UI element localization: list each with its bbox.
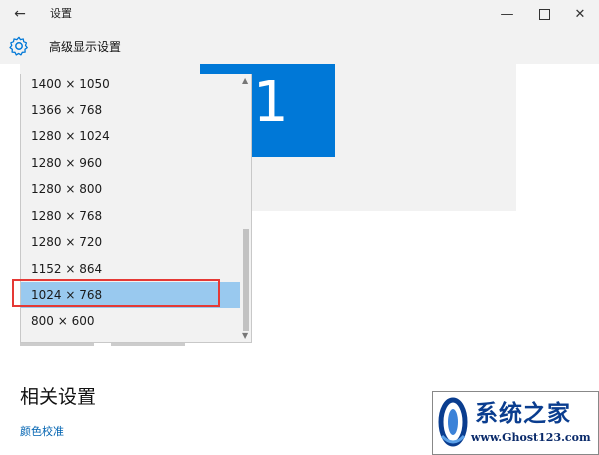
title-bar: ← 设置 — ✕: [0, 0, 599, 28]
maximize-icon: [538, 8, 550, 20]
resolution-option[interactable]: 1280 × 1024: [21, 123, 240, 149]
watermark-brand: 系统之家: [475, 400, 571, 427]
close-icon: ✕: [574, 6, 586, 22]
resolution-option[interactable]: 1280 × 720: [21, 229, 240, 255]
settings-window: ← 设置 — ✕ 高级显示设置 1 1400 × 1050 1366 × 768…: [0, 0, 599, 455]
watermark-swirl-icon: [438, 397, 468, 447]
scroll-thumb[interactable]: [243, 229, 249, 331]
resolution-option[interactable]: 1400 × 1050: [21, 74, 240, 97]
resolution-option[interactable]: 1280 × 768: [21, 203, 240, 229]
minimize-button[interactable]: —: [490, 0, 524, 28]
minimize-icon: —: [500, 6, 514, 22]
maximize-button[interactable]: [527, 0, 561, 28]
dropdown-scrollbar[interactable]: ▲ ▼: [241, 74, 251, 342]
related-settings-heading: 相关设置: [20, 386, 97, 408]
resolution-option[interactable]: 1366 × 768: [21, 97, 240, 123]
color-calibration-link[interactable]: 颜色校准: [20, 423, 64, 439]
resolution-option[interactable]: 1280 × 960: [21, 150, 240, 176]
resolution-option[interactable]: 1280 × 800: [21, 176, 240, 202]
resolution-option[interactable]: 800 × 600: [21, 308, 240, 334]
page-title: 高级显示设置: [49, 40, 122, 54]
watermark-url: www.Ghost123.com: [471, 431, 591, 444]
watermark-logo: 系统之家 www.Ghost123.com: [432, 391, 599, 455]
back-button[interactable]: ←: [6, 0, 34, 28]
gear-icon: [9, 36, 28, 56]
scroll-up-arrow-icon[interactable]: ▲: [242, 76, 248, 85]
window-title: 设置: [50, 7, 72, 20]
page-header: 高级显示设置: [0, 28, 599, 64]
red-highlight-annotation: [12, 279, 220, 307]
back-arrow-icon: ←: [14, 6, 26, 22]
scroll-down-arrow-icon[interactable]: ▼: [242, 331, 248, 340]
monitor-number: 1: [253, 70, 289, 135]
close-button[interactable]: ✕: [563, 0, 597, 28]
